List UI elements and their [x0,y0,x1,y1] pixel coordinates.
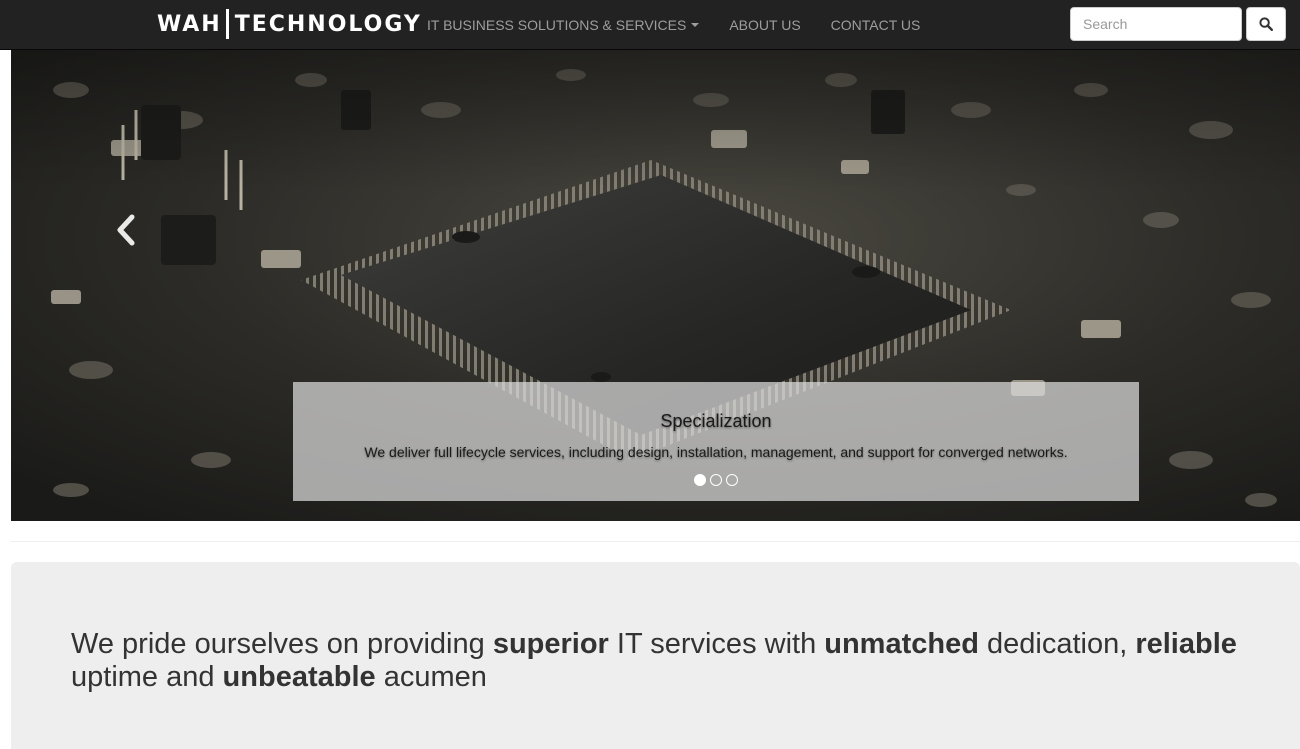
carousel-caption-title: Specialization [660,411,772,431]
carousel-indicator-1[interactable] [694,474,706,486]
carousel-indicators [293,474,1139,486]
carousel-caption: Specialization We deliver full lifecycle… [293,382,1139,501]
intro-text-segment: IT services with [608,628,825,660]
search-icon [1259,17,1273,31]
intro-emphasis-unmatched: unmatched [824,628,979,660]
search-input[interactable] [1070,7,1242,41]
nav-item-contact-us[interactable]: CONTACT US [816,0,936,50]
caret-down-icon [691,23,700,27]
intro-text-segment: We pride ourselves on providing [71,628,493,660]
search-button[interactable] [1246,7,1286,41]
intro-text-segment: acumen [375,661,487,693]
section-divider [11,541,1300,542]
top-navbar: WAH TECHNOLOGY IT BUSINESS SOLUTIONS & S… [0,0,1300,50]
intro-text-segment: dedication, [978,628,1136,660]
hero-carousel: Specialization We deliver full lifecycle… [11,50,1300,521]
brand-divider [225,9,229,39]
nav-item-it-business-solutions[interactable]: IT BUSINESS SOLUTIONS & SERVICES [412,0,714,50]
carousel-indicator-2[interactable] [710,474,722,486]
nav-item-label: ABOUT US [729,17,801,33]
brand-left-text: WAH [157,11,222,37]
nav-item-about-us[interactable]: ABOUT US [714,0,815,50]
carousel-caption-text: We deliver full lifecycle services, incl… [364,444,1068,460]
nav-item-label: CONTACT US [830,17,921,33]
intro-statement: We pride ourselves on providing superior… [71,628,1291,694]
nav-links: IT BUSINESS SOLUTIONS & SERVICES ABOUT U… [412,0,935,50]
nav-item-label: IT BUSINESS SOLUTIONS & SERVICES [427,17,687,33]
brand-right-text: TECHNOLOGY [234,11,422,37]
chevron-left-icon [117,214,135,246]
intro-emphasis-superior: superior [492,628,609,660]
intro-emphasis-unbeatable: unbeatable [222,661,376,693]
carousel-indicator-3[interactable] [726,474,738,486]
intro-jumbotron: We pride ourselves on providing superior… [11,562,1300,749]
brand-logo[interactable]: WAH TECHNOLOGY [157,8,422,40]
intro-emphasis-reliable: reliable [1135,628,1237,660]
carousel-prev-button[interactable] [96,190,156,270]
intro-text-segment: uptime and [71,661,223,693]
